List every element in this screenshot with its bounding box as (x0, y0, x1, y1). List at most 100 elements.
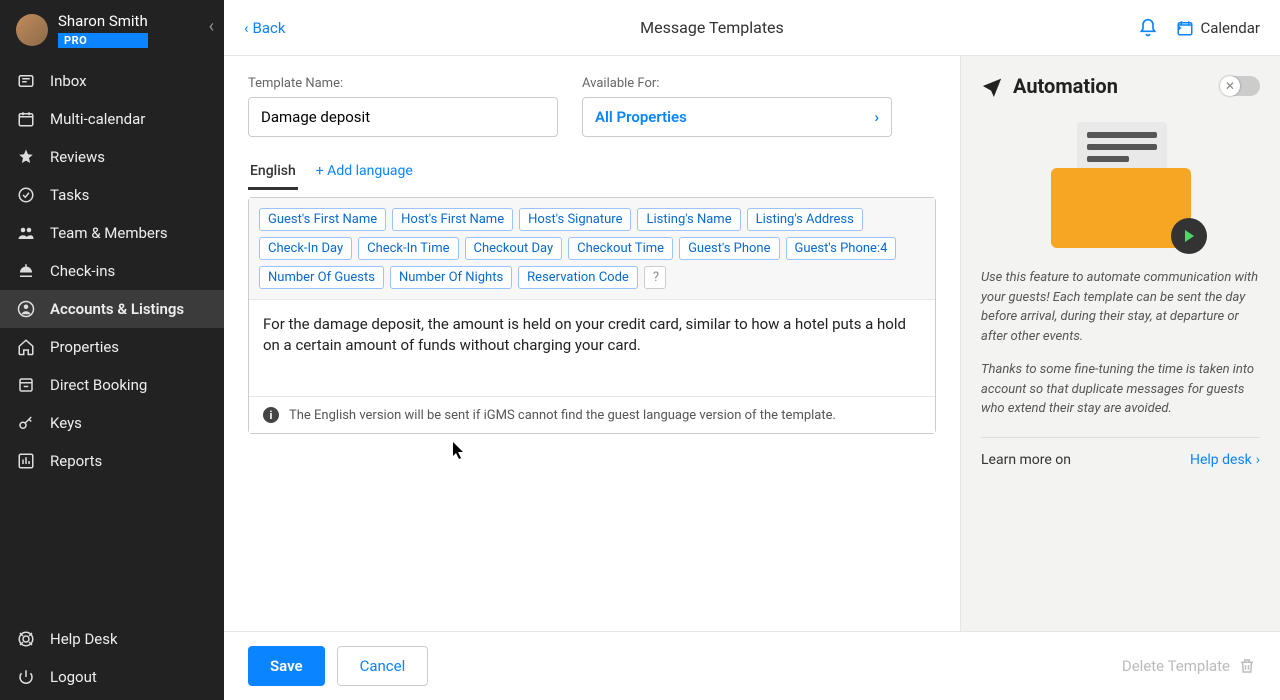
avatar[interactable] (16, 14, 48, 46)
template-name-input[interactable] (248, 97, 558, 137)
inbox-icon (16, 72, 36, 90)
editor-area: Template Name: Available For: All Proper… (224, 56, 960, 631)
token-guest-s-phone-4[interactable]: Guest's Phone:4 (786, 237, 897, 260)
fallback-text: The English version will be sent if iGMS… (289, 408, 836, 423)
automation-para-2: Thanks to some fine-tuning the time is t… (981, 360, 1260, 419)
automation-panel: Automation ✕ Use this feature to automat… (960, 56, 1280, 631)
sidebar-item-reports[interactable]: Reports (0, 442, 224, 480)
sidebar-item-reviews[interactable]: Reviews (0, 138, 224, 176)
sidebar-item-label: Direct Booking (50, 376, 147, 394)
sidebar-item-label: Accounts & Listings (50, 300, 184, 318)
info-icon: i (263, 407, 279, 423)
bell-service-icon (16, 262, 36, 280)
sidebar-item-tasks[interactable]: Tasks (0, 176, 224, 214)
sidebar-item-label: Reviews (50, 148, 105, 166)
automation-illustration (1041, 118, 1201, 248)
token-help-icon[interactable]: ? (644, 266, 666, 289)
sidebar-item-team[interactable]: Team & Members (0, 214, 224, 252)
template-name-label: Template Name: (248, 76, 558, 91)
back-label: Back (253, 19, 286, 37)
topbar: ‹ Back Message Templates Calendar (224, 0, 1280, 56)
token-guest-s-phone[interactable]: Guest's Phone (679, 237, 779, 260)
action-bar: Save Cancel Delete Template (224, 631, 1280, 700)
sidebar-collapse-icon[interactable]: ‹ (209, 16, 214, 37)
sidebar-item-logout[interactable]: Logout (0, 658, 224, 696)
sidebar-header: Sharon Smith PRO ‹ (0, 0, 224, 58)
user-name: Sharon Smith (58, 12, 148, 30)
available-for-value: All Properties (595, 108, 687, 126)
sidebar-item-properties[interactable]: Properties (0, 328, 224, 366)
plane-icon (981, 75, 1003, 97)
calendar-icon (16, 110, 36, 128)
delete-template-button[interactable]: Delete Template (1122, 657, 1256, 675)
token-number-of-nights[interactable]: Number Of Nights (390, 266, 512, 289)
star-icon (16, 148, 36, 166)
available-for-select[interactable]: All Properties › (582, 97, 892, 137)
sidebar-item-direct-booking[interactable]: Direct Booking (0, 366, 224, 404)
team-icon (16, 224, 36, 242)
token-listing-s-address[interactable]: Listing's Address (747, 208, 863, 231)
sidebar-item-helpdesk[interactable]: Help Desk (0, 620, 224, 658)
token-listing-s-name[interactable]: Listing's Name (637, 208, 740, 231)
chart-icon (16, 452, 36, 470)
delete-label: Delete Template (1122, 657, 1230, 675)
automation-para-1: Use this feature to automate communicati… (981, 268, 1260, 346)
token-check-in-time[interactable]: Check-In Time (358, 237, 458, 260)
token-host-s-first-name[interactable]: Host's First Name (392, 208, 513, 231)
lifebuoy-icon (16, 630, 36, 648)
check-icon (16, 186, 36, 204)
sidebar-item-keys[interactable]: Keys (0, 404, 224, 442)
back-button[interactable]: ‹ Back (244, 19, 285, 37)
token-guest-s-first-name[interactable]: Guest's First Name (259, 208, 386, 231)
message-body[interactable]: For the damage deposit, the amount is he… (249, 300, 935, 396)
token-host-s-signature[interactable]: Host's Signature (519, 208, 631, 231)
calendar-label: Calendar (1200, 19, 1260, 37)
sidebar-item-label: Check-ins (50, 262, 115, 280)
main: ‹ Back Message Templates Calendar Templa… (224, 0, 1280, 700)
lang-tab-english[interactable]: English (248, 157, 298, 190)
sidebar: Sharon Smith PRO ‹ Inbox Multi-calendar … (0, 0, 224, 700)
bell-icon (1138, 18, 1158, 38)
cancel-button[interactable]: Cancel (337, 646, 429, 686)
save-button[interactable]: Save (248, 646, 325, 686)
toggle-knob: ✕ (1220, 76, 1240, 96)
sidebar-item-multi-calendar[interactable]: Multi-calendar (0, 100, 224, 138)
help-desk-link[interactable]: Help desk › (1190, 452, 1260, 468)
add-language-button[interactable]: + Add language (314, 157, 415, 190)
fallback-note: i The English version will be sent if iG… (249, 396, 935, 433)
sidebar-item-accounts-listings[interactable]: Accounts & Listings (0, 290, 224, 328)
page-title: Message Templates (285, 18, 1138, 37)
power-icon (16, 668, 36, 686)
chevron-right-icon: › (874, 108, 879, 126)
token-checkout-time[interactable]: Checkout Time (568, 237, 673, 260)
sidebar-item-label: Keys (50, 414, 82, 432)
sidebar-item-label: Multi-calendar (50, 110, 145, 128)
token-reservation-code[interactable]: Reservation Code (518, 266, 638, 289)
sidebar-item-label: Tasks (50, 186, 89, 204)
sidebar-item-label: Reports (50, 452, 102, 470)
language-tabs: English + Add language (248, 157, 936, 191)
notifications-button[interactable] (1138, 18, 1158, 38)
key-icon (16, 414, 36, 432)
automation-toggle[interactable]: ✕ (1220, 76, 1260, 96)
token-check-in-day[interactable]: Check-In Day (259, 237, 352, 260)
automation-title: Automation (1013, 74, 1118, 98)
sidebar-item-label: Properties (50, 338, 119, 356)
calendar-to-icon (1176, 19, 1194, 37)
sidebar-item-checkins[interactable]: Check-ins (0, 252, 224, 290)
sidebar-item-label: Help Desk (50, 630, 118, 648)
available-for-label: Available For: (582, 76, 892, 91)
booking-icon (16, 376, 36, 394)
token-number-of-guests[interactable]: Number Of Guests (259, 266, 384, 289)
account-icon (16, 300, 36, 318)
sidebar-item-inbox[interactable]: Inbox (0, 62, 224, 100)
pro-badge: PRO (58, 33, 148, 48)
token-checkout-day[interactable]: Checkout Day (465, 237, 563, 260)
calendar-button[interactable]: Calendar (1176, 19, 1260, 37)
gear-play-icon (1171, 218, 1207, 254)
chevron-left-icon: ‹ (244, 19, 249, 37)
template-editor: Guest's First Name Host's First Name Host'… (248, 197, 936, 434)
chevron-right-icon: › (1256, 452, 1260, 468)
home-icon (16, 338, 36, 356)
sidebar-item-label: Inbox (50, 72, 87, 90)
